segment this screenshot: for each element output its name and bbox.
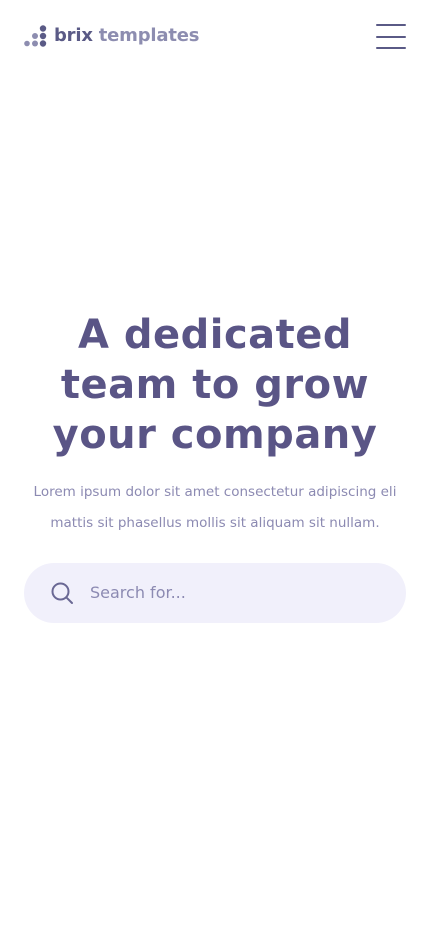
hero-description: Lorem ipsum dolor sit amet consectetur a… [33, 477, 397, 539]
search-input[interactable] [90, 577, 386, 609]
menu-line [376, 47, 406, 49]
brand-name-brix: brix [54, 25, 93, 46]
hero-title-line: your company [52, 412, 378, 458]
site-header: brix templates [0, 0, 430, 72]
search-icon [51, 582, 73, 604]
hero-description-line: mattis sit phasellus mollis sit aliquam … [50, 515, 380, 531]
hamburger-menu-button[interactable] [376, 24, 406, 49]
brand-name-templates: templates [98, 25, 200, 46]
hero-title-line: team to grow [60, 362, 370, 408]
brand-wordmark: brix templates [54, 24, 199, 48]
hero-title-line: A dedicated [77, 312, 353, 358]
hero-description-line: Lorem ipsum dolor sit amet consectetur a… [33, 484, 397, 500]
menu-line [376, 24, 406, 26]
hero-section: A dedicated team to grow your company Lo… [24, 310, 406, 539]
menu-line [376, 35, 406, 38]
search-field[interactable] [24, 563, 406, 623]
dots-logo-icon [24, 25, 47, 47]
brand-logo[interactable]: brix templates [24, 24, 199, 48]
hero-title: A dedicated team to grow your company [50, 310, 380, 460]
